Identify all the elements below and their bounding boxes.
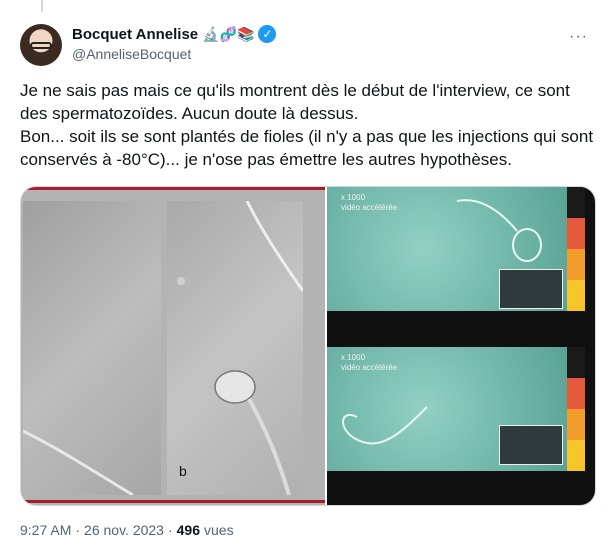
webcam-overlay-2 [499,425,563,465]
author-emojis: 🔬🧬📚 [202,25,255,42]
video-screenshots[interactable]: x 1000 vidéo accélérée x 1000 vidéo accélé… [327,187,595,505]
video-label-1: x 1000 vidéo accélérée [341,193,398,212]
tweet-paragraph-1: Je ne sais pas mais ce qu'ils montrent d… [20,81,570,123]
views-label: vues [204,522,234,538]
red-border-top [21,187,325,190]
video-frame-1: x 1000 vidéo accélérée [327,187,567,311]
avatar[interactable] [20,24,62,66]
tweet-time[interactable]: 9:27 AM [20,522,71,538]
thread-line [41,0,43,12]
red-border-bottom [21,500,325,503]
panel-b: b [167,200,305,496]
video-sidebar-2 [567,347,585,471]
tweet-header: Bocquet Annelise 🔬🧬📚 ✓ @AnneliseBocquet [72,24,596,62]
views-count[interactable]: 496 [177,522,200,538]
sperm-cell [177,200,305,496]
footer-separator: · [75,522,81,538]
panel-letter: b [179,463,187,479]
tweet-text: Je ne sais pas mais ce qu'ils montrent d… [20,79,600,171]
verified-badge-icon[interactable]: ✓ [258,25,277,43]
media-attachment[interactable]: b x 1000 vidéo accélérée x 1000 vidéo accé… [20,186,596,506]
tweet-date[interactable]: 26 nov. 2023 [84,522,164,538]
author-handle[interactable]: @AnneliseBocquet [72,46,596,62]
sperm-tail-a [22,429,134,497]
video-frame-2: x 1000 vidéo accélérée [327,347,567,471]
name-row: Bocquet Annelise 🔬🧬📚 ✓ [72,24,596,44]
microscope-image[interactable]: b [21,187,325,505]
more-options-icon[interactable]: ··· [569,28,588,46]
author-name[interactable]: Bocquet Annelise [72,26,198,43]
tweet-paragraph-2: Bon... soit ils se sont plantés de fiole… [20,127,594,169]
video-label-2: x 1000 vidéo accélérée [341,353,398,372]
panel-a [22,201,161,497]
webcam-overlay-1 [499,269,563,309]
footer-separator-2: · [167,522,173,538]
video-sidebar-1 [567,187,585,311]
tweet-footer: 9:27 AM · 26 nov. 2023 · 496 vues [20,522,234,538]
avatar-glasses [30,42,52,49]
